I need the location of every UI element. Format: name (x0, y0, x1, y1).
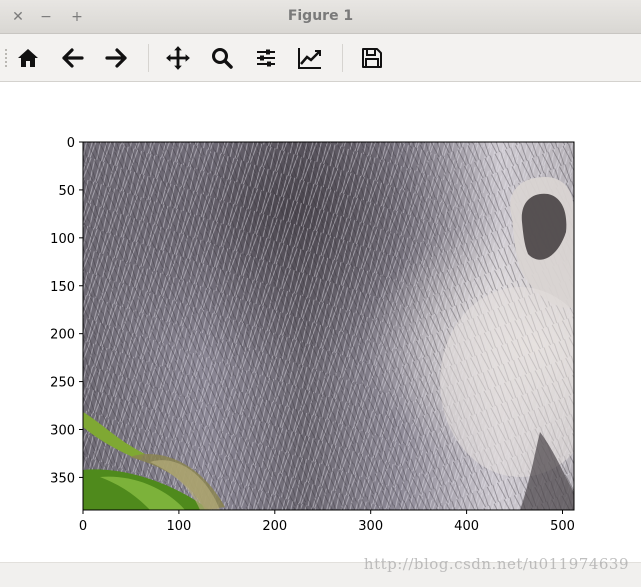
pan-button[interactable] (163, 43, 193, 73)
edit-axes-icon (298, 48, 321, 69)
back-button[interactable] (58, 43, 88, 73)
save-button[interactable] (357, 43, 387, 73)
x-tick-label: 500 (550, 519, 575, 534)
raccoon-image (83, 142, 574, 510)
x-axis: 0 100 200 300 400 500 (79, 510, 575, 534)
x-tick-label: 200 (262, 519, 287, 534)
y-tick-label: 150 (50, 280, 75, 295)
y-tick-label: 250 (50, 376, 75, 391)
title-bar: ✕ − + Figure 1 (0, 0, 641, 34)
y-tick-label: 50 (58, 184, 75, 199)
x-tick-label: 100 (166, 519, 191, 534)
toolbar (0, 34, 641, 82)
x-tick-label: 400 (454, 519, 479, 534)
toolbar-grip[interactable] (4, 48, 8, 68)
forward-button[interactable] (101, 43, 131, 73)
x-tick-label: 300 (358, 519, 383, 534)
pan-icon (166, 46, 190, 70)
back-icon (62, 48, 84, 68)
watermark-text: http://blog.csdn.net/u011974639 (363, 555, 629, 573)
y-axis: 0 50 100 150 200 250 300 350 (50, 136, 83, 486)
toolbar-separator (342, 44, 343, 72)
y-tick-label: 350 (50, 471, 75, 486)
y-tick-label: 200 (50, 328, 75, 343)
y-tick-label: 100 (50, 232, 75, 247)
y-tick-label: 0 (67, 136, 75, 151)
figure-canvas[interactable]: 0 100 200 300 400 500 0 50 100 150 200 250 300 350 (0, 82, 641, 562)
forward-icon (105, 48, 127, 68)
y-tick-label: 300 (50, 424, 75, 439)
home-button[interactable] (13, 43, 43, 73)
toolbar-separator (148, 44, 149, 72)
x-tick-label: 0 (79, 519, 87, 534)
window-title: Figure 1 (287, 8, 354, 24)
zoom-icon (212, 48, 233, 69)
plot-svg: 0 100 200 300 400 500 0 50 100 150 200 250 300 350 (50, 136, 575, 534)
zoom-button[interactable] (207, 43, 237, 73)
configure-subplots-icon (257, 49, 275, 67)
edit-axes-button[interactable] (295, 43, 325, 73)
configure-subplots-button[interactable] (251, 43, 281, 73)
save-icon (362, 48, 382, 68)
home-icon (18, 49, 38, 67)
